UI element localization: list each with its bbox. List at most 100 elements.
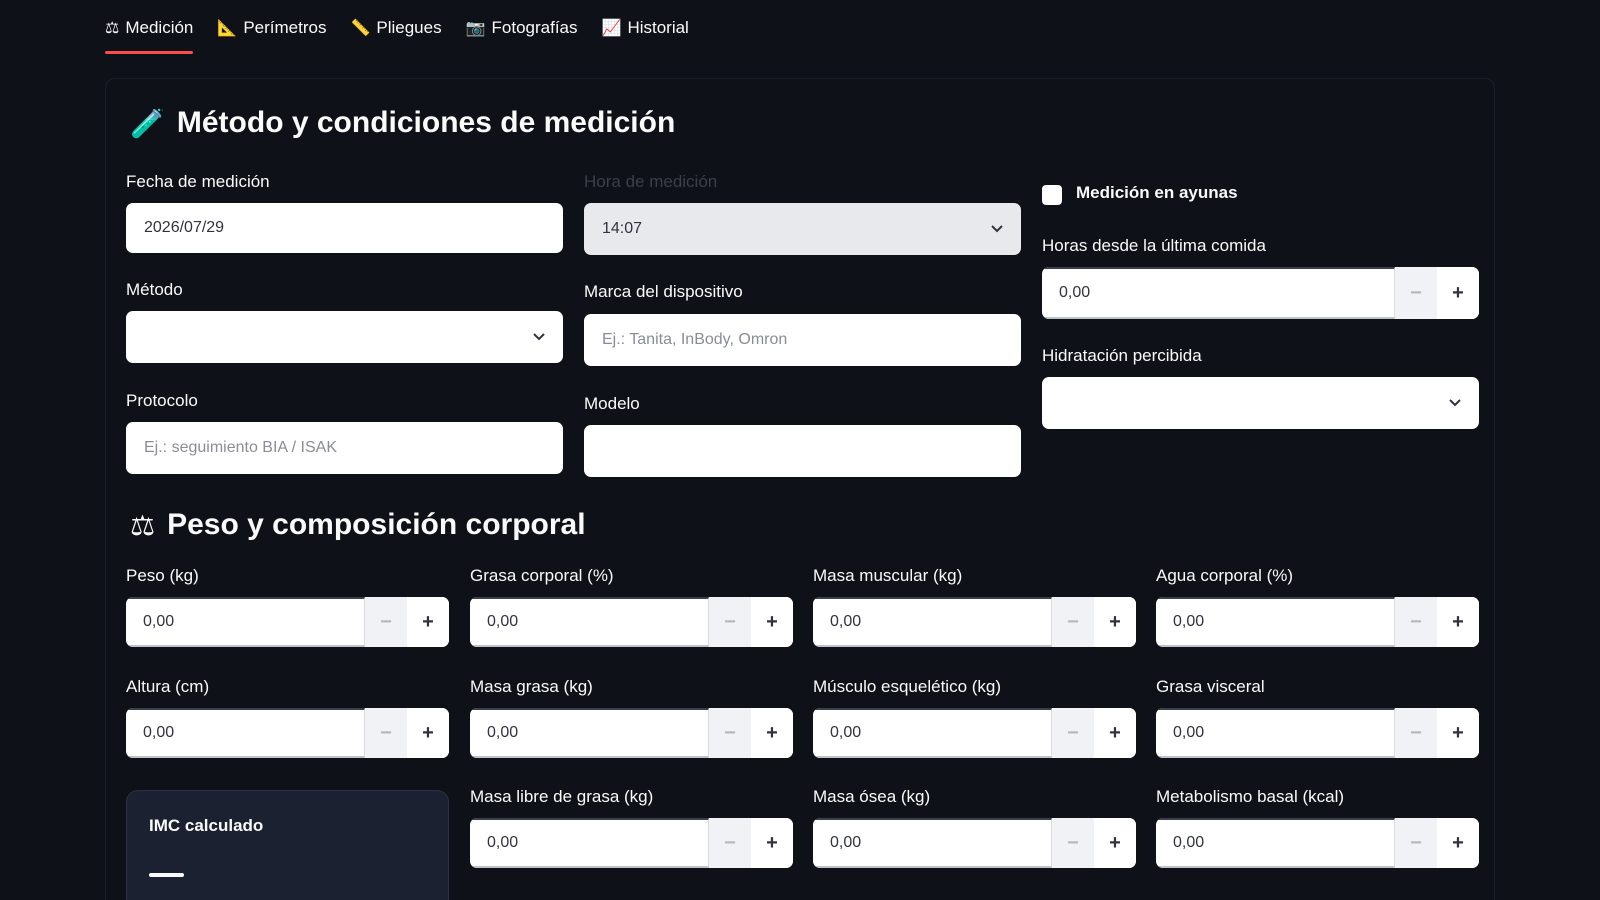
decrement-button[interactable]: − [709, 597, 751, 647]
grasa-visceral-stepper[interactable]: 0,00− + [1156, 708, 1479, 758]
ruler-icon: 📏 [350, 20, 371, 37]
tab-perimetros[interactable]: 📐 Perímetros [217, 0, 326, 56]
masa-osea-input[interactable]: 0,00 [813, 818, 1052, 868]
increment-button[interactable]: + [1094, 597, 1136, 647]
metodo-select[interactable] [126, 311, 563, 363]
tab-historial[interactable]: 📈 Historial [602, 0, 689, 56]
increment-button[interactable]: + [1437, 267, 1479, 319]
increment-button[interactable]: + [407, 708, 449, 758]
protocolo-input[interactable]: Ej.: seguimiento BIA / ISAK [126, 422, 563, 474]
fecha-input[interactable]: 2026/07/29 [126, 203, 563, 253]
horas-comida-input[interactable]: 0,00 [1042, 267, 1395, 319]
decrement-button[interactable]: − [1052, 818, 1094, 868]
decrement-button[interactable]: − [709, 818, 751, 868]
hidratacion-label: Hidratación percibida [1042, 346, 1202, 365]
decrement-button[interactable]: − [1395, 597, 1437, 647]
decrement-button[interactable]: − [1052, 708, 1094, 758]
chart-icon: 📈 [601, 20, 622, 37]
ayunas-checkbox[interactable] [1042, 185, 1062, 205]
hora-value: 14:07 [602, 220, 643, 237]
marca-label: Marca del dispositivo [584, 282, 743, 301]
increment-button[interactable]: + [751, 597, 793, 647]
scale-icon: ⚖ [130, 509, 156, 541]
tab-label: Perímetros [243, 18, 327, 37]
increment-button[interactable]: + [407, 597, 449, 647]
imc-empty-value [149, 873, 184, 877]
grasa-corporal-label: Grasa corporal (%) [470, 566, 614, 585]
peso-stepper[interactable]: 0,00− + [126, 597, 449, 647]
peso-input[interactable]: 0,00 [126, 597, 365, 647]
decrement-button[interactable]: − [1395, 818, 1437, 868]
test-tube-icon: 🧪 [130, 107, 165, 139]
masa-muscular-label: Masa muscular (kg) [813, 566, 963, 585]
agua-corporal-label: Agua corporal (%) [1156, 566, 1294, 585]
ayunas-label: Medición en ayunas [1076, 183, 1238, 202]
masa-libre-grasa-stepper[interactable]: 0,00− + [470, 818, 793, 868]
musculo-esqueletico-stepper[interactable]: 0,00− + [813, 708, 1136, 758]
chevron-down-icon [533, 333, 545, 341]
imc-card: IMC calculado [126, 790, 449, 900]
hora-label: Hora de medición [584, 172, 718, 191]
decrement-button[interactable]: − [1395, 708, 1437, 758]
metodo-label: Método [126, 280, 183, 299]
masa-libre-grasa-input[interactable]: 0,00 [470, 818, 709, 868]
protocolo-placeholder: Ej.: seguimiento BIA / ISAK [144, 439, 337, 456]
decrement-button[interactable]: − [1395, 267, 1437, 319]
imc-label: IMC calculado [149, 816, 264, 835]
grasa-corporal-input[interactable]: 0,00 [470, 597, 709, 647]
increment-button[interactable]: + [1094, 708, 1136, 758]
masa-grasa-input[interactable]: 0,00 [470, 708, 709, 758]
decrement-button[interactable]: − [709, 708, 751, 758]
masa-grasa-stepper[interactable]: 0,00− + [470, 708, 793, 758]
tab-label: Fotografías [491, 18, 578, 37]
scale-icon: ⚖ [105, 20, 120, 37]
hidratacion-select[interactable] [1042, 377, 1479, 429]
increment-button[interactable]: + [751, 708, 793, 758]
masa-libre-grasa-label: Masa libre de grasa (kg) [470, 787, 654, 806]
marca-input[interactable]: Ej.: Tanita, InBody, Omron [584, 314, 1021, 366]
modelo-input[interactable] [584, 425, 1021, 477]
increment-button[interactable]: + [751, 818, 793, 868]
decrement-button[interactable]: − [365, 708, 407, 758]
fecha-label: Fecha de medición [126, 172, 270, 191]
agua-corporal-input[interactable]: 0,00 [1156, 597, 1395, 647]
metabolismo-basal-input[interactable]: 0,00 [1156, 818, 1395, 868]
tab-pliegues[interactable]: 📏 Pliegues [350, 0, 441, 56]
increment-button[interactable]: + [1094, 818, 1136, 868]
masa-osea-stepper[interactable]: 0,00− + [813, 818, 1136, 868]
grasa-visceral-label: Grasa visceral [1156, 677, 1265, 696]
grasa-corporal-stepper[interactable]: 0,00− + [470, 597, 793, 647]
tab-label: Historial [627, 18, 689, 37]
tab-fotografias[interactable]: 📷 Fotografías [466, 0, 578, 56]
metabolismo-basal-label: Metabolismo basal (kcal) [1156, 787, 1345, 806]
masa-muscular-stepper[interactable]: 0,00− + [813, 597, 1136, 647]
increment-button[interactable]: + [1437, 597, 1479, 647]
section-heading: Método y condiciones de medición [176, 106, 676, 139]
weight-section-title: ⚖ Peso y composición corporal [130, 508, 586, 542]
altura-input[interactable]: 0,00 [126, 708, 365, 758]
increment-button[interactable]: + [1437, 708, 1479, 758]
decrement-button[interactable]: − [365, 597, 407, 647]
masa-muscular-input[interactable]: 0,00 [813, 597, 1052, 647]
fecha-value: 2026/07/29 [144, 219, 225, 236]
tab-label: Medición [125, 18, 194, 37]
peso-label: Peso (kg) [126, 566, 199, 585]
tab-bar: ⚖ Medición 📐 Perímetros 📏 Pliegues 📷 Fot… [105, 0, 713, 56]
decrement-button[interactable]: − [1052, 597, 1094, 647]
tab-label: Pliegues [376, 18, 442, 37]
altura-label: Altura (cm) [126, 677, 210, 696]
musculo-esqueletico-label: Músculo esquelético (kg) [813, 677, 1002, 696]
masa-osea-label: Masa ósea (kg) [813, 787, 931, 806]
form-container [105, 78, 1495, 900]
metabolismo-basal-stepper[interactable]: 0,00− + [1156, 818, 1479, 868]
agua-corporal-stepper[interactable]: 0,00− + [1156, 597, 1479, 647]
grasa-visceral-input[interactable]: 0,00 [1156, 708, 1395, 758]
horas-comida-stepper[interactable]: 0,00 − + [1042, 267, 1479, 319]
altura-stepper[interactable]: 0,00− + [126, 708, 449, 758]
tab-medicion[interactable]: ⚖ Medición [105, 0, 194, 56]
musculo-esqueletico-input[interactable]: 0,00 [813, 708, 1052, 758]
masa-grasa-label: Masa grasa (kg) [470, 677, 593, 696]
increment-button[interactable]: + [1437, 818, 1479, 868]
hora-select[interactable]: 14:07 [584, 203, 1021, 255]
chevron-down-icon [1449, 399, 1461, 407]
